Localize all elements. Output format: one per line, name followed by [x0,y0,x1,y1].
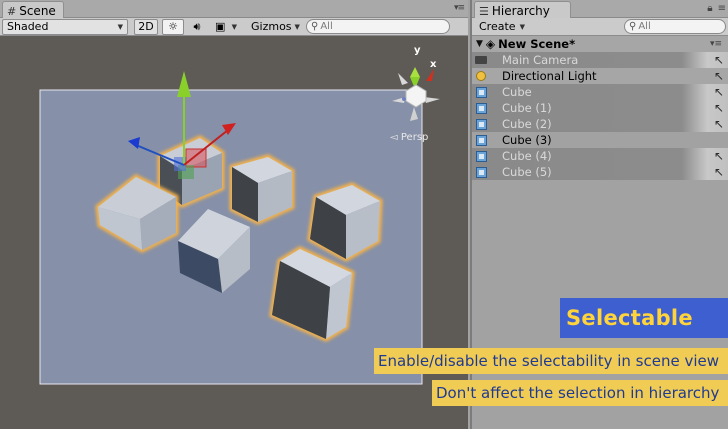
selectable-toggle-cursor-icon[interactable]: ↖ [714,101,724,115]
shading-mode-label: Shaded [7,20,49,33]
axis-y-label: y [414,45,421,56]
cube-icon [474,86,488,99]
selectable-toggle-cursor-icon[interactable]: ↖ [714,149,724,163]
selectable-toggle-cursor-icon[interactable]: ↖ [714,53,724,67]
cube-icon [474,118,488,131]
hierarchy-item-cube-1[interactable]: Cube (1) ↖ [472,100,728,116]
2d-toggle-button[interactable]: 2D [134,18,158,35]
hierarchy-item-directional-light[interactable]: Directional Light ↖ [472,68,728,84]
selectable-toggle-cursor-icon[interactable]: ↖ [714,117,724,131]
search-icon: ⚲ [629,21,637,32]
hierarchy-item-label: Cube (3) [502,133,552,147]
scene-search-input[interactable]: ⚲ All [306,19,450,34]
2d-toggle-label: 2D [138,20,154,33]
hierarchy-tab-label: Hierarchy [491,4,550,18]
hierarchy-item-label: Cube [502,85,532,99]
search-icon: ⚲ [311,21,319,32]
projection-text: Persp [401,132,429,143]
hierarchy-item-cube-3[interactable]: Cube (3) [472,132,728,148]
hierarchy-search-placeholder: All [638,21,651,32]
shading-mode-dropdown[interactable]: Shaded ▼ [2,18,128,35]
scene-search-placeholder: All [320,21,333,32]
scene-tab[interactable]: # Scene [2,1,64,19]
panel-controls: 🔒︎ ≡ [707,3,726,14]
dropdown-arrow-icon: ▼ [294,22,300,31]
hierarchy-tab[interactable]: ☰ Hierarchy [474,1,571,19]
create-dropdown[interactable]: Create ▼ [474,19,530,35]
gizmos-dropdown[interactable]: Gizmos ▼ [246,19,302,35]
projection-label[interactable]: ◅ Persp [390,132,428,143]
expand-triangle-icon[interactable]: ▼ [476,39,483,49]
cube-icon [474,102,488,115]
hierarchy-item-cube-5[interactable]: Cube (5) ↖ [472,164,728,180]
caption-title: Selectable [560,298,728,338]
image-icon: ▣ [215,20,226,33]
panel-menu-icon[interactable]: ≡ [718,3,726,14]
speaker-icon: 🔊︎ [193,19,201,33]
grid-icon: # [7,4,17,18]
list-icon: ☰ [479,4,489,18]
hierarchy-item-label: Cube (5) [502,165,552,179]
hierarchy-item-label: Cube (4) [502,149,552,163]
hierarchy-toolbar: Create ▼ ⚲ All [472,18,728,36]
effects-dropdown[interactable]: ▣ ▼ [210,19,242,35]
dropdown-arrow-icon: ▼ [231,22,237,31]
camera-icon [474,54,488,67]
hierarchy-item-cube-4[interactable]: Cube (4) ↖ [472,148,728,164]
dropdown-arrow-icon: ▼ [519,22,525,31]
scene-name: New Scene* [498,37,576,51]
scene-tab-label: Scene [19,4,56,18]
hierarchy-item-label: Cube (1) [502,101,552,115]
cube-icon [474,150,488,163]
hierarchy-item-cube[interactable]: Cube ↖ [472,84,728,100]
scene-tab-bar: # Scene ▾≡ [0,0,468,19]
cube-icon [474,134,488,147]
lock-icon[interactable]: 🔒︎ [707,3,712,14]
create-label: Create [479,20,516,33]
selectable-toggle-cursor-icon[interactable]: ↖ [714,165,724,179]
audio-toggle-button[interactable]: 🔊︎ [186,19,208,35]
scene-root-row[interactable]: ▼ ◈ New Scene* ▾≡ [472,36,728,52]
cube-object[interactable] [229,154,295,225]
scene-menu-icon[interactable]: ▾≡ [710,39,722,49]
caption-line-1: Enable/disable the selectability in scen… [374,348,728,374]
cube-icon [474,166,488,179]
unity-scene-icon: ◈ [485,37,496,51]
sun-icon: ☼ [168,20,178,33]
hierarchy-item-cube-2[interactable]: Cube (2) ↖ [472,116,728,132]
light-icon [474,70,488,83]
hierarchy-item-label: Directional Light [502,69,597,83]
panel-menu-icon[interactable]: ▾≡ [454,3,465,13]
hierarchy-tab-bar: ☰ Hierarchy 🔒︎ ≡ [472,0,728,19]
selectable-toggle-cursor-icon[interactable]: ↖ [714,69,724,83]
axis-x-label: x [430,59,437,70]
hierarchy-search-input[interactable]: ⚲ All [624,19,726,34]
hierarchy-item-main-camera[interactable]: Main Camera ↖ [472,52,728,68]
gizmos-label: Gizmos [251,20,292,33]
selectable-toggle-cursor-icon[interactable]: ↖ [714,85,724,99]
hierarchy-item-label: Cube (2) [502,117,552,131]
scene-toolbar: Shaded ▼ 2D ☼ 🔊︎ ▣ ▼ Gizmos ▼ ⚲ All [0,18,468,36]
hierarchy-list: ▼ ◈ New Scene* ▾≡ Main Camera ↖ Directio… [472,36,728,180]
dropdown-arrow-icon: ▼ [117,22,123,31]
hierarchy-item-label: Main Camera [502,53,579,67]
caption-line-2: Don't affect the selection in hierarchy [432,380,728,406]
scene-lighting-button[interactable]: ☼ [162,18,184,35]
